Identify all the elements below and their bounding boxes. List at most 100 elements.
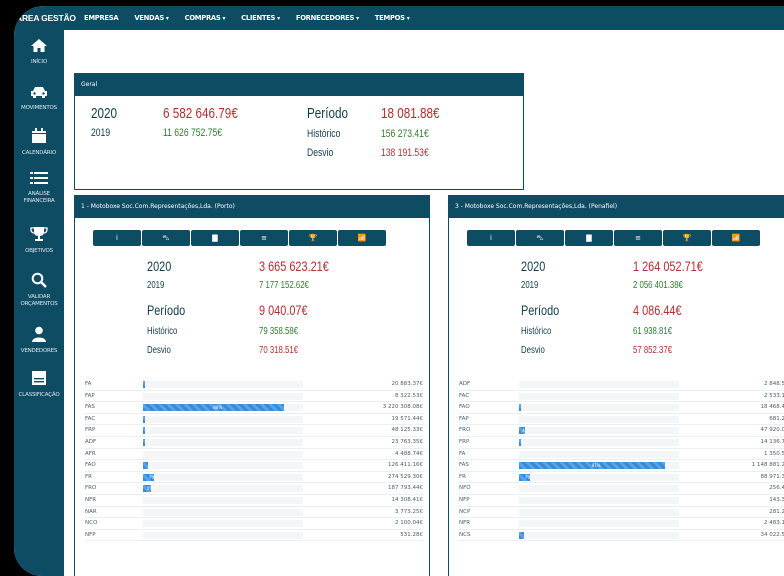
sidebar: INÍCIO MOVIMENTOS CALENDÁRIO ANÁLISE FINANC… [14, 30, 64, 576]
row-value: 14 136.7 [760, 438, 784, 445]
store-toolbar: i ⛍ ▇ ≡ 🏆 📶 [93, 230, 387, 246]
nav-item-fornecedores[interactable]: FORNECEDORES ▾ [296, 14, 359, 22]
table-row: FRO 5% 187 793.44€ [85, 483, 425, 495]
progress-fill: 88% [143, 404, 284, 412]
value-prev-wrap: 7 177 152.62€ [259, 280, 323, 291]
desvio-value: 70 318.51€ [259, 345, 299, 356]
year-prev: 2019 [521, 280, 539, 291]
historico-label-wrap: Histórico [147, 326, 186, 337]
progress-fill [143, 462, 148, 470]
chevron-down-icon: ▾ [165, 15, 169, 22]
progress-track [519, 485, 679, 493]
nav-item-empresa[interactable]: EMPRESA [84, 14, 119, 22]
car-button[interactable]: ⛍ [516, 230, 564, 246]
historico-label: Histórico [147, 326, 178, 337]
sidebar-item-search[interactable]: VALIDAR ORÇAMENTOS [14, 272, 64, 308]
sidebar-item-user[interactable]: VENDEDORES [14, 326, 64, 355]
info-button[interactable]: i [93, 230, 141, 246]
nav-item-tempos[interactable]: TEMPOS ▾ [375, 14, 410, 22]
geral-year-current: 2020 [91, 105, 118, 122]
chart-button[interactable]: 📶 [338, 230, 386, 246]
app-screen: ÁREA GESTÃO EMPRESA VENDAS ▾ COMPRAS ▾ CLIENT… [14, 6, 784, 576]
table-row: NCO 2 100.04€ [85, 518, 425, 530]
table-row: NFP 531.28€ [85, 530, 425, 542]
row-code: NAR [85, 508, 97, 515]
car-icon [14, 84, 64, 103]
progress-track [519, 381, 679, 388]
progress-track [519, 496, 679, 504]
row-code: FAS [85, 404, 95, 411]
nav-item-label: FORNECEDORES [295, 14, 355, 22]
progress-label: 4% [522, 428, 529, 434]
row-code: NFP [85, 531, 96, 538]
row-value: 4 488.74€ [395, 450, 423, 457]
chevron-down-icon: ▾ [356, 15, 359, 22]
row-value: 23 763.35€ [391, 438, 424, 445]
nav-item-compras[interactable]: COMPRAS ▾ [185, 14, 226, 22]
table-row: NFO 256.4 [459, 483, 784, 495]
list-button[interactable]: ≡ [240, 230, 288, 246]
row-value: 3 773.25€ [395, 508, 423, 515]
historico-value-wrap: 61 938.81€ [633, 326, 683, 337]
geral-historico-label: Histórico [307, 128, 341, 140]
sidebar-item-classification[interactable]: CLASSIFICAÇÃO [14, 370, 64, 399]
chart-button[interactable]: 📶 [712, 230, 760, 246]
geral-periodo-value: 18 081.88€ [381, 105, 440, 122]
table-row: ADF 2 848.5 [459, 379, 784, 391]
table-row: FRO 4% 47 920.0 [459, 425, 784, 437]
info-button[interactable]: i [467, 230, 515, 246]
list-icon: ≡ [635, 234, 641, 242]
geral-periodo-label: Período [307, 105, 348, 122]
progress-track [519, 450, 679, 458]
progress-track [143, 450, 303, 458]
sidebar-item-label: ANÁLISE FINANCEIRA [23, 191, 55, 204]
progress-label: 5% [147, 486, 154, 492]
periodo-value-wrap: 4 086.44€ [633, 302, 695, 319]
sidebar-item-home[interactable]: INÍCIO [14, 38, 64, 66]
row-value: 143.3 [769, 496, 784, 503]
table-row: FAP 8 322.53€ [85, 391, 425, 403]
trophy-button[interactable]: 🏆 [663, 230, 711, 246]
row-code: NCS [459, 531, 471, 538]
progress-track: 5% [143, 485, 303, 493]
progress-fill [143, 438, 145, 446]
nav-item-clientes[interactable]: CLIENTES ▾ [241, 14, 280, 22]
list-button[interactable]: ≡ [614, 230, 662, 246]
nav-item-vendas[interactable]: VENDAS ▾ [134, 14, 169, 22]
historico-value-wrap: 79 358.58€ [259, 326, 309, 337]
sidebar-item-car[interactable]: MOVIMENTOS [14, 84, 64, 112]
table-row: FAC 2 533.1 [459, 391, 784, 403]
year-current: 2020 [147, 258, 172, 274]
row-value: 14 308.41€ [391, 496, 424, 503]
row-code: NFR [85, 496, 97, 503]
car-icon: ⛍ [536, 233, 544, 242]
periodo-value-wrap: 9 040.07€ [259, 302, 321, 319]
car-button[interactable]: ⛍ [142, 230, 190, 246]
calendar-icon: ▇ [212, 234, 218, 242]
value-prev-wrap: 2 056 401.38€ [633, 280, 697, 291]
sidebar-item-list[interactable]: ANÁLISE FINANCEIRA [14, 170, 64, 205]
calendar-button[interactable]: ▇ [191, 230, 239, 246]
row-code: NCO [85, 520, 98, 527]
value-current: 3 665 623.21€ [259, 258, 329, 274]
sidebar-item-calendar[interactable]: CALENDÁRIO [14, 128, 64, 157]
row-value: 187 793.44€ [388, 485, 423, 492]
nav-item-label: VENDAS [134, 14, 164, 22]
progress-track [519, 438, 679, 446]
row-value: 18 468.4 [760, 404, 784, 411]
progress-track [143, 496, 303, 504]
trophy-button[interactable]: 🏆 [289, 230, 337, 246]
trophy-icon: 🏆 [308, 234, 318, 242]
progress-track: 7% [143, 473, 303, 481]
calendar-button[interactable]: ▇ [565, 230, 613, 246]
row-code: FAO [459, 404, 470, 411]
sidebar-item-trophy[interactable]: OBJETIVOS [14, 226, 64, 255]
sidebar-item-label: OBJETIVOS [25, 248, 53, 254]
progress-fill: 5% [143, 485, 154, 493]
sidebar-item-label: CLASSIFICAÇÃO [18, 392, 60, 398]
chart-icon: 📶 [357, 234, 367, 242]
row-value: 88 971.3 [760, 473, 784, 480]
row-value: 1 350.5 [764, 450, 784, 457]
user-icon [14, 326, 64, 346]
row-value: 2 533.1 [764, 392, 784, 399]
